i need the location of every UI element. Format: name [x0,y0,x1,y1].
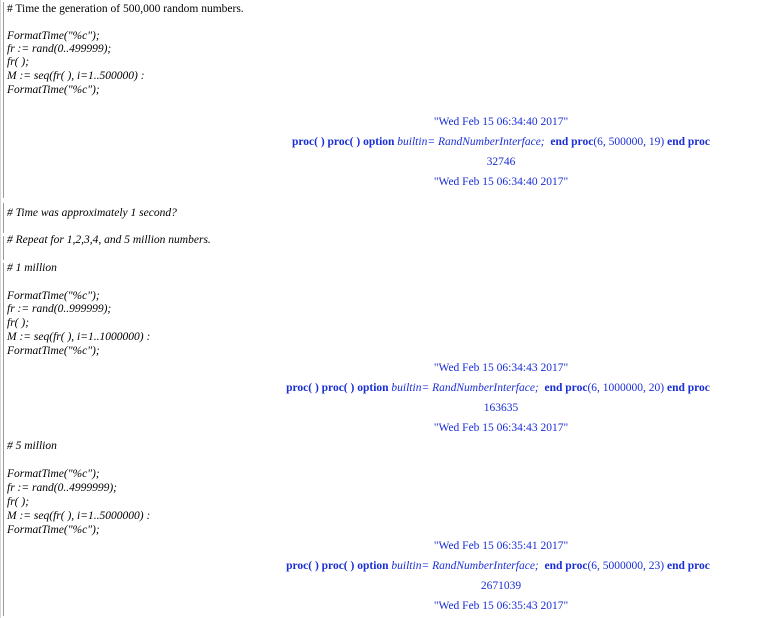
end-proc-keyword: end proc [666,382,710,394]
code-line[interactable]: FormatTime("%c"); [7,30,100,43]
group-bracket[interactable] [3,2,4,198]
output-time: "Wed Feb 15 06:34:40 2017" [433,176,569,188]
code-line[interactable]: fr( ); [7,56,29,69]
code-line[interactable]: FormatTime("%c"); [7,524,100,537]
end-proc-keyword: end proc [544,382,588,394]
code-line[interactable]: fr( ); [7,496,29,509]
code-line[interactable]: FormatTime("%c"); [7,468,100,481]
proc-keyword: proc( ) [321,560,355,572]
option-keyword: option [363,136,395,148]
proc-args: (6, 1000000, 20) [587,382,665,394]
end-proc-keyword: end proc [666,560,710,572]
group-bracket[interactable] [3,236,4,260]
builtin-value: = RandNumberInterface; [421,382,539,394]
output-time: "Wed Feb 15 06:35:41 2017" [433,540,569,552]
code-line[interactable]: fr := rand(0..999999); [7,303,111,316]
output-time: "Wed Feb 15 06:34:43 2017" [433,422,569,434]
code-line[interactable]: fr( ); [7,317,29,330]
proc-args: (6, 500000, 19) [593,136,665,148]
builtin-keyword: builtin [397,136,428,148]
code-line[interactable]: M := seq(fr( ), i=1..500000) : [7,70,145,83]
output-proc: proc( ) proc( ) option builtin= RandNumb… [256,136,746,149]
builtin-value: = RandNumberInterface; [421,560,539,572]
output-value: 2671039 [480,580,522,592]
code-line[interactable]: fr := rand(0..499999); [7,43,111,56]
builtin-keyword: builtin [391,382,422,394]
maple-worksheet[interactable]: # Time the generation of 500,000 random … [0,0,771,618]
end-proc-keyword: end proc [550,136,594,148]
comment-line[interactable]: # 5 million [7,440,57,453]
output-time: "Wed Feb 15 06:34:43 2017" [433,362,569,374]
proc-keyword: proc( ) [286,382,319,394]
end-proc-keyword: end proc [667,136,711,148]
builtin-value: = RandNumberInterface; [427,136,545,148]
group-bracket[interactable] [3,441,4,616]
output-proc: proc( ) proc( ) option builtin= RandNumb… [253,560,743,573]
option-keyword: option [357,382,389,394]
code-line[interactable]: fr := rand(0..4999999); [7,482,117,495]
code-line[interactable]: FormatTime("%c"); [7,290,100,303]
proc-keyword: proc( ) [286,560,319,572]
builtin-keyword: builtin [391,560,422,572]
code-line[interactable]: FormatTime("%c"); [7,345,100,358]
proc-args: (6, 5000000, 23) [587,560,665,572]
code-line[interactable]: M := seq(fr( ), i=1..1000000) : [7,331,150,344]
code-line[interactable]: M := seq(fr( ), i=1..5000000) : [7,510,150,523]
group-bracket[interactable] [3,203,4,233]
output-value: 32746 [486,156,516,168]
comment-line[interactable]: # 1 million [7,262,57,275]
proc-keyword: proc( ) [327,136,361,148]
code-line[interactable]: FormatTime("%c"); [7,84,100,97]
proc-keyword: proc( ) [321,382,355,394]
proc-keyword: proc( ) [291,136,325,148]
group-bracket[interactable] [3,263,4,441]
output-time: "Wed Feb 15 06:34:40 2017" [433,116,569,128]
output-value: 163635 [483,402,519,414]
option-keyword: option [357,560,389,572]
comment-line[interactable]: # Repeat for 1,2,3,4, and 5 million numb… [7,234,211,247]
output-proc: proc( ) proc( ) option builtin= RandNumb… [253,382,743,395]
comment-line[interactable]: # Time was approximately 1 second? [7,207,177,220]
comment-line[interactable]: # Time the generation of 500,000 random … [7,3,244,16]
end-proc-keyword: end proc [544,560,588,572]
output-time: "Wed Feb 15 06:35:43 2017" [433,600,569,612]
